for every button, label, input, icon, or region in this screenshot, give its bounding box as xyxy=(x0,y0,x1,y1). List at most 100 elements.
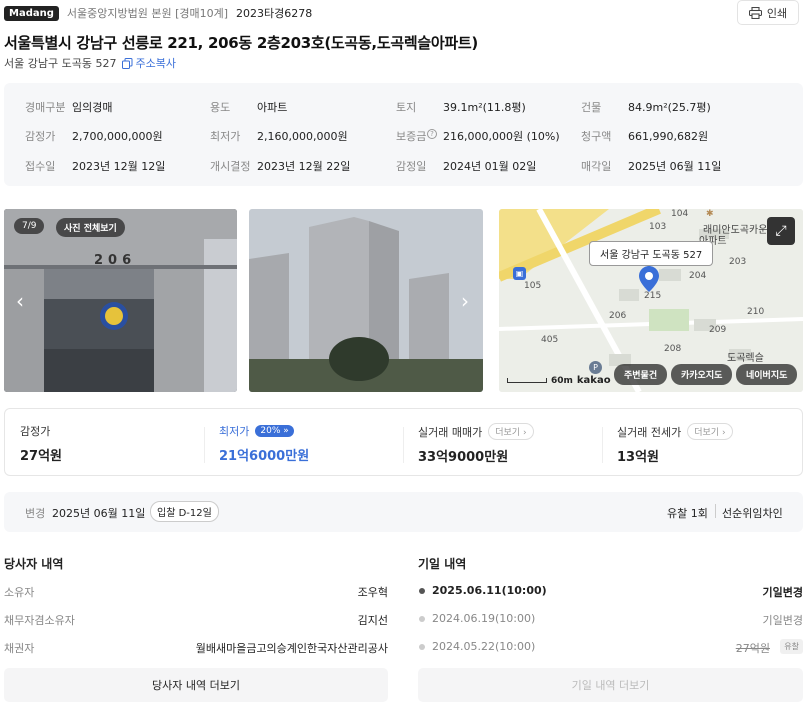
naver-map-button[interactable]: 네이버지도 xyxy=(736,364,798,385)
page-title: 서울특별시 강남구 선릉로 221, 206동 2층203호(도곡동,도곡렉슬아… xyxy=(4,34,478,52)
sale-price-value: 33억9000만원 xyxy=(418,450,509,465)
building-photo-image xyxy=(249,209,483,392)
view-all-photos-button[interactable]: 사진 전체보기 xyxy=(56,218,125,237)
chevron-right-icon: › xyxy=(522,428,527,438)
property-photo-entrance[interactable]: 7/9 사진 전체보기 206 ‹ xyxy=(4,209,237,392)
info-value: 39.1m²(11.8평) xyxy=(443,101,526,114)
double-chevron-down-icon: » xyxy=(283,426,289,436)
info-value: 2025년 06월 11일 xyxy=(628,160,722,173)
location-map[interactable]: 104 ✱ 래미안도곡카운티 아파트 103 203 204 105 206 2… xyxy=(499,209,803,392)
map-label-209: 209 xyxy=(709,325,727,335)
info-value: 661,990,682원 xyxy=(628,130,709,143)
property-photo-building[interactable]: › xyxy=(249,209,483,392)
map-label-206: 206 xyxy=(609,311,627,321)
fail-count: 유찰 1회 xyxy=(667,507,708,520)
case-number: 2023타경6278 xyxy=(236,7,313,20)
kakao-brand: kakao xyxy=(576,375,611,386)
divider xyxy=(715,504,716,518)
map-label-204: 204 xyxy=(689,271,707,281)
schedule-date: 2024.06.19(10:00) xyxy=(432,612,536,625)
parking-icon: P xyxy=(589,361,602,374)
info-key: 최저가 xyxy=(210,130,241,143)
jeonse-more-button[interactable]: 더보기 › xyxy=(687,423,733,440)
brand-logo[interactable]: Madang xyxy=(4,5,59,21)
complex-marker-icon: ✱ xyxy=(706,209,714,219)
location-pin-icon xyxy=(639,266,659,292)
info-value: 2024년 01월 02일 xyxy=(443,160,537,173)
copy-address-label: 주소복사 xyxy=(135,57,176,70)
map-label-208: 208 xyxy=(664,344,682,354)
party-name: 조우혁 xyxy=(357,586,388,599)
info-key: 용도 xyxy=(210,101,231,114)
info-cell: 토지 39.1m²(11.8평) xyxy=(396,99,526,115)
copy-icon xyxy=(122,57,133,69)
discount-badge-text: 20% xyxy=(260,426,281,436)
schedule-status: 기일변경 xyxy=(762,614,803,627)
minimum-label: 최저가 xyxy=(219,425,250,438)
info-cell: 청구액 661,990,682원 xyxy=(581,128,708,144)
help-icon[interactable]: ? xyxy=(427,129,437,139)
info-key: 감정가 xyxy=(25,130,56,143)
sub-address-row: 서울 강남구 도곡동 527 주소복사 xyxy=(4,55,176,71)
info-key: 감정일 xyxy=(396,160,427,173)
jeonse-value: 13억원 xyxy=(617,450,660,465)
map-label-203: 203 xyxy=(729,257,747,267)
nearby-items-button[interactable]: 주변물건 xyxy=(614,364,668,385)
jeonse-more-label: 더보기 xyxy=(694,428,720,438)
divider xyxy=(403,427,404,463)
prev-photo-arrow-icon[interactable]: ‹ xyxy=(16,289,24,313)
info-value: 2,160,000,000원 xyxy=(257,130,348,143)
map-label-103: 103 xyxy=(649,222,667,232)
map-label-105: 105 xyxy=(524,281,542,291)
building-door-number: 206 xyxy=(94,253,137,268)
info-cell: 용도 아파트 xyxy=(210,99,287,115)
schedule-status: 27억원 xyxy=(735,642,770,655)
map-address-tooltip: 서울 강남구 도곡동 527 xyxy=(589,241,714,266)
bus-stop-icon: ▣ xyxy=(513,267,526,280)
timeline-dot xyxy=(419,588,425,594)
info-cell: 매각일 2025년 06월 11일 xyxy=(581,158,721,174)
change-date: 2025년 06월 11일 xyxy=(52,507,146,520)
info-key: 청구액 xyxy=(581,130,612,143)
printer-icon xyxy=(748,6,762,19)
change-label: 변경 xyxy=(25,507,46,520)
parties-more-button[interactable]: 당사자 내역 더보기 xyxy=(4,668,388,702)
info-value: 2023년 12월 22일 xyxy=(257,160,351,173)
schedule-more-button[interactable]: 기일 내역 더보기 xyxy=(418,668,803,702)
bid-dday-badge: 입찰 D-12일 xyxy=(150,501,219,522)
info-key: 건물 xyxy=(581,101,602,114)
info-cell: 감정가 2,700,000,000원 xyxy=(25,128,163,144)
info-key: 경매구분 xyxy=(25,101,66,114)
map-label-210: 210 xyxy=(747,307,765,317)
scale-label: 60m xyxy=(551,375,573,386)
divider xyxy=(204,427,205,463)
schedule-change-bar: 변경 2025년 06월 11일 입찰 D-12일 유찰 1회 선순위임차인 xyxy=(4,492,803,532)
info-value: 216,000,000원 (10%) xyxy=(443,130,560,143)
sub-address: 서울 강남구 도곡동 527 xyxy=(4,57,117,70)
kakao-map-button[interactable]: 카카오지도 xyxy=(671,364,733,385)
top-bar: Madang 서울중앙지방법원 본원 [경매10계] 2023타경6278 xyxy=(4,3,312,23)
sale-price-more-button[interactable]: 더보기 › xyxy=(488,423,534,440)
court-name: 서울중앙지방법원 본원 [경매10계] xyxy=(66,7,229,20)
info-cell: 최저가 2,160,000,000원 xyxy=(210,128,348,144)
party-role: 채무자겸소유자 xyxy=(4,614,75,627)
info-cell: 건물 84.9m²(25.7평) xyxy=(581,99,711,115)
summary-sale-price: 실거래 매매가 더보기 › 33억9000만원 xyxy=(418,423,534,465)
info-key: 매각일 xyxy=(581,160,612,173)
scale-bar xyxy=(507,378,547,383)
chevron-right-icon: › xyxy=(721,428,726,438)
info-cell: 개시결정 2023년 12월 22일 xyxy=(210,158,350,174)
divider xyxy=(602,427,603,463)
print-button[interactable]: 인쇄 xyxy=(737,0,799,25)
next-photo-arrow-icon[interactable]: › xyxy=(461,289,469,313)
info-key: 토지 xyxy=(396,101,417,114)
map-label-405: 405 xyxy=(541,335,559,345)
appraisal-value: 27억원 xyxy=(20,449,63,464)
copy-address-button[interactable]: 주소복사 xyxy=(122,55,176,71)
party-name: 김지선 xyxy=(357,614,388,627)
info-key: 개시결정 xyxy=(210,160,251,173)
schedule-title: 기일 내역 xyxy=(418,557,467,571)
discount-badge: 20% » xyxy=(255,425,294,437)
expand-map-icon[interactable]: ⤢ xyxy=(767,217,795,245)
summary-appraisal: 감정가 27억원 xyxy=(20,423,62,464)
